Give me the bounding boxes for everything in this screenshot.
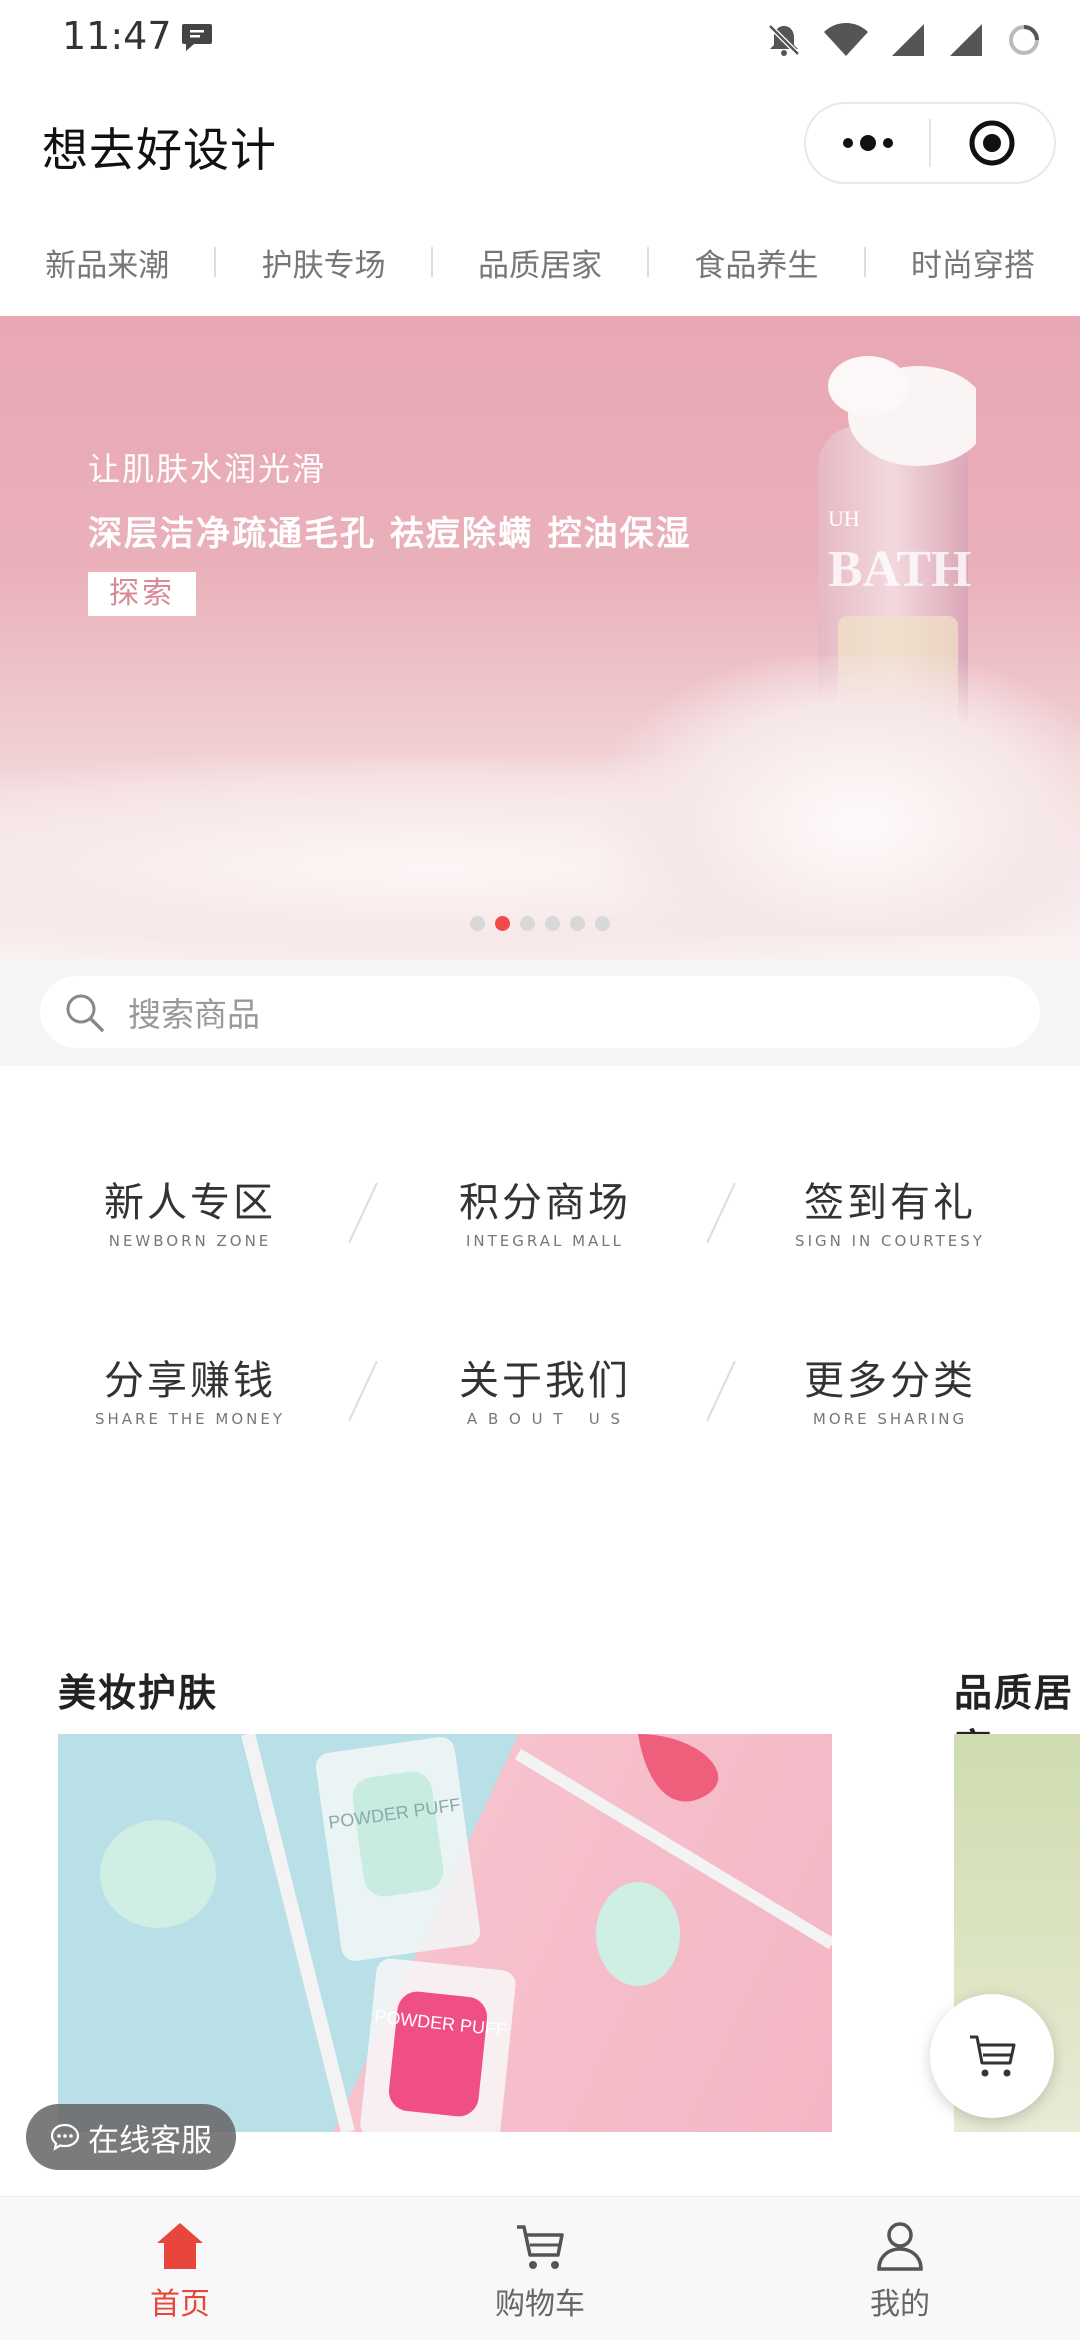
category-tab-food[interactable]: 食品养生 [649, 240, 863, 285]
tab-label: 购物车 [495, 2287, 585, 2322]
menu-item-title: 积分商场 [459, 1180, 631, 1226]
mini-program-capsule [804, 102, 1056, 184]
carousel-dots [0, 916, 1080, 931]
menu-item-subtitle: NEWBORN ZONE [108, 1232, 272, 1250]
menu-item-integral-mall[interactable]: 积分商场 INTEGRAL MALL [365, 1170, 725, 1310]
target-close-icon [969, 120, 1015, 166]
menu-item-sign-in[interactable]: 签到有礼 SIGN IN COURTESY [710, 1170, 1070, 1310]
carousel-dot[interactable] [595, 916, 610, 931]
category-tab-skincare[interactable]: 护肤专场 [216, 240, 430, 285]
tab-home[interactable]: 首页 [0, 2197, 360, 2340]
carousel-dot[interactable] [570, 916, 585, 931]
online-service-label: 在线客服 [88, 2122, 212, 2159]
menu-item-title: 分享赚钱 [104, 1358, 276, 1404]
carousel-dot[interactable] [495, 916, 510, 931]
banner-headline: 让肌肤水润光滑 [88, 450, 327, 488]
chat-bubble-icon [50, 2123, 80, 2151]
mute-bell-icon [768, 24, 800, 56]
menu-item-title: 关于我们 [459, 1358, 631, 1404]
title-bar: 想去好设计 [0, 80, 1080, 208]
category-tab-home[interactable]: 品质居家 [433, 240, 647, 285]
carousel-dot[interactable] [520, 916, 535, 931]
wifi-icon [824, 23, 868, 56]
cart-icon [970, 2035, 1016, 2077]
category-tab-new[interactable]: 新品来潮 [0, 240, 214, 285]
menu-item-newborn-zone[interactable]: 新人专区 NEWBORN ZONE [10, 1170, 370, 1310]
menu-item-more-categories[interactable]: 更多分类 MORE SHARING [710, 1348, 1070, 1488]
close-button[interactable] [931, 104, 1054, 182]
online-service-button[interactable]: 在线客服 [26, 2104, 236, 2170]
status-bar: 11:47 [0, 0, 1080, 80]
more-button[interactable] [806, 104, 929, 182]
search-icon [66, 994, 104, 1032]
tab-cart[interactable]: 购物车 [360, 2197, 720, 2340]
carousel-dot[interactable] [470, 916, 485, 931]
menu-item-title: 新人专区 [104, 1180, 276, 1226]
search-input[interactable]: 搜索商品 [40, 976, 1040, 1048]
menu-item-subtitle: SIGN IN COURTESY [795, 1232, 985, 1250]
menu-grid: 新人专区 NEWBORN ZONE 积分商场 INTEGRAL MALL 签到有… [0, 1120, 1080, 1440]
signal-icon-2 [950, 24, 982, 56]
status-time: 11:47 [62, 14, 172, 58]
beauty-product-image: POWDER PUFF POWDER PUFF [100, 1734, 832, 2132]
battery-loading-icon [1009, 25, 1039, 55]
page-title: 想去好设计 [42, 123, 277, 177]
banner-carousel[interactable]: UH BATH 让肌肤水润光滑 深层洁净疏通毛孔 祛痘除螨 控油保湿 探索 [0, 316, 1080, 960]
banner-explore-button[interactable]: 探索 [88, 572, 196, 616]
menu-item-subtitle: SHARE THE MONEY [94, 1410, 286, 1428]
category-tab-fashion[interactable]: 时尚穿搭 [866, 240, 1080, 285]
menu-item-subtitle: MORE SHARING [812, 1410, 968, 1428]
menu-item-subtitle: INTEGRAL MALL [465, 1232, 625, 1250]
home-icon [157, 2223, 203, 2269]
search-bar: 搜索商品 [0, 960, 1080, 1066]
menu-item-share-money[interactable]: 分享赚钱 SHARE THE MONEY [10, 1348, 370, 1488]
tab-profile[interactable]: 我的 [720, 2197, 1080, 2340]
signal-icon [892, 24, 924, 56]
search-placeholder: 搜索商品 [128, 995, 260, 1034]
app-page: 11:47 想去好设计 新品来潮 护肤专场 品质居家 食品养生 时尚穿搭 UH … [0, 0, 1080, 2340]
tab-label: 我的 [870, 2287, 930, 2322]
bottle-brand: UH [828, 506, 860, 531]
category-tabs: 新品来潮 护肤专场 品质居家 食品养生 时尚穿搭 [0, 212, 1080, 312]
tab-label: 首页 [150, 2287, 210, 2322]
carousel-dot[interactable] [545, 916, 560, 931]
menu-item-subtitle: A B O U T U S [466, 1410, 624, 1428]
menu-item-about-us[interactable]: 关于我们 A B O U T U S [365, 1348, 725, 1488]
banner-subline: 深层洁净疏通毛孔 祛痘除螨 控油保湿 [88, 514, 692, 554]
menu-item-title: 签到有礼 [804, 1180, 976, 1226]
user-icon [877, 2222, 923, 2271]
bottom-tab-bar: 首页 购物车 我的 [0, 2196, 1080, 2340]
floating-cart-button[interactable] [930, 1994, 1054, 2118]
bottle-label: BATH [828, 541, 972, 598]
status-icons [764, 20, 1044, 60]
cart-icon [517, 2225, 564, 2269]
section-card-beauty[interactable]: POWDER PUFF POWDER PUFF [58, 1734, 832, 2132]
menu-item-title: 更多分类 [804, 1358, 976, 1404]
message-notification-icon [182, 24, 212, 51]
section-title-beauty: 美妆护肤 [58, 1671, 219, 1715]
more-dots-icon [842, 135, 893, 151]
banner-foam-2 [600, 656, 1080, 936]
